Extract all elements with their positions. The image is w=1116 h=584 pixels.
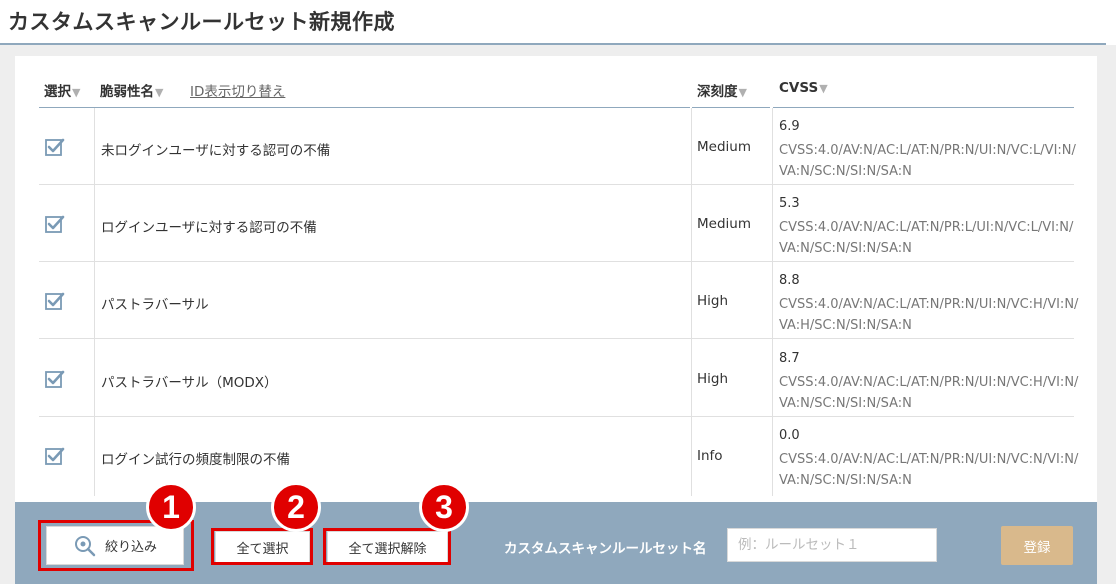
sort-icon: ▼ (155, 86, 164, 99)
column-header-select[interactable]: 選択▼ (44, 80, 80, 100)
table-row: ログインユーザに対する認可の不備 Medium 5.3 CVSS:4.0/AV:… (39, 185, 1074, 262)
table-row: 未ログインユーザに対する認可の不備 Medium 6.9 CVSS:4.0/AV… (39, 108, 1076, 185)
severity-value: Medium (697, 139, 751, 155)
cvss-vector: CVSS:4.0/AV:N/AC:L/AT:N/PR:N/UI:N/VC:H/V… (779, 297, 1079, 333)
severity-value: Info (697, 448, 723, 464)
checkbox-checked-icon[interactable] (45, 215, 65, 233)
cvss-score: 5.3 (779, 196, 800, 211)
id-display-toggle-link[interactable]: ID表示切り替え (190, 80, 285, 100)
column-header-severity[interactable]: 深刻度▼ (697, 80, 747, 100)
table-row: パストラバーサル High 8.8 CVSS:4.0/AV:N/AC:L/AT:… (39, 262, 1078, 339)
vulnerability-name: パストラバーサル (101, 297, 209, 313)
cvss-score: 8.8 (779, 273, 800, 288)
cvss-score: 6.9 (779, 119, 800, 134)
sort-icon: ▼ (738, 86, 747, 99)
table-row: ログイン試行の頻度制限の不備 Info 0.0 CVSS:4.0/AV:N/AC… (39, 417, 1078, 494)
page-title: カスタムスキャンルールセット新規作成 (8, 10, 395, 34)
annotation-badge-2: 2 (271, 482, 321, 532)
severity-value: Medium (697, 216, 751, 232)
checkbox-checked-icon[interactable] (45, 447, 65, 465)
cvss-vector: CVSS:4.0/AV:N/AC:L/AT:N/PR:N/UI:N/VC:H/V… (779, 375, 1079, 411)
table-row: パストラバーサル（MODX） High 8.7 CVSS:4.0/AV:N/AC… (39, 340, 1078, 417)
vulnerability-name: ログイン試行の頻度制限の不備 (101, 452, 290, 468)
vulnerability-name: パストラバーサル（MODX） (101, 375, 278, 391)
checkbox-checked-icon[interactable] (45, 370, 65, 388)
cvss-vector: CVSS:4.0/AV:N/AC:L/AT:N/PR:N/UI:N/VC:N/V… (779, 452, 1079, 488)
checkbox-checked-icon[interactable] (45, 138, 65, 156)
column-header-severity-label: 深刻度 (697, 84, 738, 100)
column-header-cvss[interactable]: CVSS▼ (779, 80, 828, 96)
annotation-badge-1: 1 (146, 482, 196, 532)
row-divider (39, 338, 1074, 339)
register-button[interactable]: 登録 (1001, 526, 1073, 565)
checkbox-checked-icon[interactable] (45, 292, 65, 310)
sort-icon: ▼ (72, 86, 81, 99)
severity-value: High (697, 371, 729, 387)
sort-icon: ▼ (819, 82, 828, 95)
annotation-badge-3: 3 (419, 482, 469, 532)
column-header-vuln-name[interactable]: 脆弱性名▼ (100, 80, 163, 100)
cvss-score: 8.7 (779, 351, 800, 366)
severity-value: High (697, 293, 729, 309)
ruleset-name-label: カスタムスキャンルールセット名 (504, 541, 707, 557)
ruleset-name-input[interactable] (727, 528, 937, 562)
callout-frame-3 (323, 528, 451, 565)
vulnerability-name: 未ログインユーザに対する認可の不備 (101, 143, 331, 159)
column-header-select-label: 選択 (44, 84, 71, 100)
column-header-vuln-name-label: 脆弱性名 (100, 84, 154, 100)
callout-frame-2 (211, 528, 313, 565)
cvss-vector: CVSS:4.0/AV:N/AC:L/AT:N/PR:L/UI:N/VC:L/V… (779, 220, 1074, 256)
cvss-score: 0.0 (779, 428, 800, 443)
cvss-vector: CVSS:4.0/AV:N/AC:L/AT:N/PR:N/UI:N/VC:L/V… (779, 143, 1076, 179)
column-header-cvss-label: CVSS (779, 80, 819, 96)
vulnerability-name: ログインユーザに対する認可の不備 (101, 220, 317, 236)
